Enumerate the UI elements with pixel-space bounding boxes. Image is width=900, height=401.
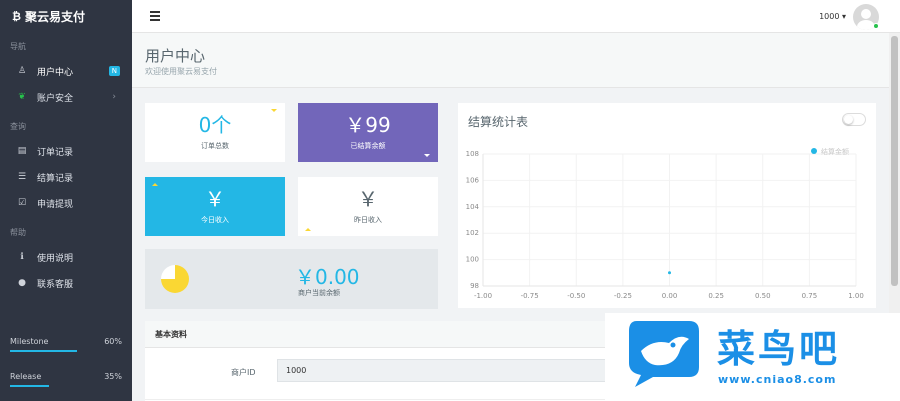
corner-triangle	[152, 183, 158, 186]
sidebar-item-label: 使用说明	[37, 253, 74, 264]
sidebar-item-withdraw[interactable]: ☑ 申请提现	[0, 190, 132, 216]
x-tick-label: -1.00	[474, 292, 492, 300]
document-icon: ▤	[17, 146, 27, 156]
progress-value: 60%	[104, 337, 122, 346]
data-point	[668, 271, 671, 275]
current-balance-panel: ￥0.00 商户当前余额	[145, 249, 438, 309]
tile-value: ￥99	[345, 112, 391, 137]
section-title-query: 查询	[10, 122, 26, 131]
list-icon: ☰	[17, 172, 27, 182]
corner-triangle	[424, 154, 430, 157]
x-tick-label: -0.50	[567, 292, 585, 300]
page-title: 用户中心	[145, 47, 206, 65]
x-tick-label: -0.75	[521, 292, 539, 300]
sidebar-item-label: 结算记录	[37, 173, 74, 184]
sidebar-item-label: 申请提现	[37, 199, 74, 210]
settled-balance-tile[interactable]: ￥99 已结算余额	[298, 103, 438, 162]
x-tick-label: 0.75	[802, 292, 818, 300]
sidebar-item-orders[interactable]: ▤ 订单记录	[0, 138, 132, 164]
chart-plot: -1.00 -0.75 -0.50 -0.25 0.00 0.25 0.50 0.75 1.00…	[466, 147, 864, 300]
progress-bar	[10, 350, 78, 352]
y-tick-label: 108	[466, 150, 479, 158]
pie-chart-icon	[161, 265, 189, 293]
chevron-right-icon: ›	[112, 92, 116, 102]
yesterday-income-tile[interactable]: ￥ 昨日收入	[298, 177, 438, 236]
legend-marker	[811, 148, 817, 154]
section-title-help: 帮助	[10, 228, 26, 237]
caret-down-icon: ▾	[841, 12, 846, 21]
y-tick-label: 102	[466, 229, 479, 237]
watermark: 菜鸟吧 www.cniao8.com	[605, 313, 900, 401]
milestone-progress: Milestone 60%	[10, 337, 122, 352]
checkbox-icon: ☑	[17, 198, 27, 208]
balance-value: ￥0.00	[295, 265, 360, 289]
watermark-url: www.cniao8.com	[718, 373, 837, 386]
corner-triangle	[305, 228, 311, 231]
page-subtitle: 欢迎使用聚云易支付	[145, 67, 217, 76]
watermark-text: 菜鸟吧	[717, 327, 841, 371]
sidebar-item-user-center[interactable]: ♙ 用户中心 N	[0, 58, 132, 84]
legend-label: 结算金额	[821, 147, 849, 156]
user-icon: ♙	[17, 66, 27, 76]
scrollbar-thumb[interactable]	[891, 36, 898, 286]
balance-label: 商户当前余额	[298, 289, 340, 297]
sidebar-item-support[interactable]: ● 联系客服	[0, 270, 132, 296]
qq-icon: ●	[18, 278, 26, 288]
sidebar-item-account-security[interactable]: ❦ 账户安全 ›	[0, 84, 132, 110]
tile-label: 订单总数	[201, 141, 229, 150]
sidebar-item-label: 订单记录	[37, 147, 74, 158]
section-title-nav: 导航	[10, 42, 26, 51]
brand-name: 聚云易支付	[24, 10, 85, 24]
tile-label: 已结算余额	[350, 141, 386, 150]
sidebar-item-label: 账户安全	[37, 93, 74, 104]
sidebar-item-settlements[interactable]: ☰ 结算记录	[0, 164, 132, 190]
brand[interactable]: ₿ 聚云易支付	[0, 0, 132, 33]
user-id: 1000	[819, 12, 840, 21]
today-income-tile[interactable]: ￥ 今日收入	[145, 177, 285, 236]
y-tick-label: 106	[466, 176, 480, 184]
top-bar: 1000 ▾	[132, 0, 900, 33]
y-tick-label: 104	[466, 203, 480, 211]
user-menu[interactable]: 1000 ▾	[819, 12, 846, 21]
release-progress: Release 35%	[10, 372, 122, 387]
y-tick-label: 98	[470, 282, 479, 290]
tile-label: 昨日收入	[354, 215, 382, 224]
sidebar-item-instructions[interactable]: ℹ 使用说明	[0, 244, 132, 270]
merchant-id-label: 商户ID	[231, 368, 256, 377]
info-icon: ℹ	[20, 252, 24, 262]
online-status-dot	[873, 23, 879, 29]
tile-label: 今日收入	[201, 215, 229, 224]
orders-tile[interactable]: 0个 订单总数	[145, 103, 285, 162]
new-badge: N	[108, 66, 120, 76]
sidebar: ₿ 聚云易支付 导航 ♙ 用户中心 N ❦ 账户安全 › 查询 ▤ 订单记录 ☰…	[0, 0, 132, 401]
corner-triangle	[271, 109, 277, 112]
y-tick-label: 100	[466, 256, 479, 264]
progress-label: Release	[10, 372, 42, 381]
x-tick-label: 0.50	[755, 292, 771, 300]
progress-label: Milestone	[10, 337, 49, 346]
sidebar-item-label: 用户中心	[37, 67, 74, 78]
menu-icon[interactable]	[150, 11, 160, 23]
tile-value: ￥	[358, 186, 378, 211]
bitcoin-icon: ₿	[12, 10, 21, 23]
x-tick-label: -0.25	[614, 292, 632, 300]
leaf-icon: ❦	[18, 92, 26, 102]
x-tick-label: 0.00	[662, 292, 678, 300]
tile-value: ￥	[205, 186, 225, 211]
settlement-chart-card: 结算统计表 -1.00 -0.75 -0.50 -0.25 0.00 0.25 0.50 0.…	[458, 103, 876, 308]
page-header: 用户中心 欢迎使用聚云易支付	[132, 33, 889, 88]
sidebar-item-label: 联系客服	[37, 279, 74, 290]
progress-bar	[10, 385, 50, 387]
progress-value: 35%	[104, 372, 122, 381]
x-tick-label: 0.25	[708, 292, 724, 300]
tile-value: 0个	[198, 112, 232, 137]
x-tick-label: 1.00	[848, 292, 864, 300]
bird-logo-icon	[629, 321, 699, 387]
